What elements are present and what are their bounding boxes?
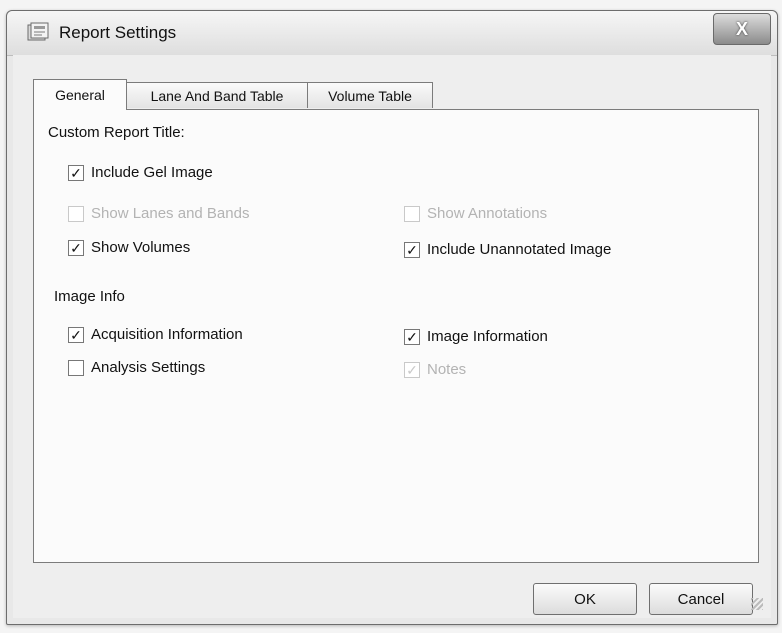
- include-unannotated-check-icon: ✓: [404, 241, 420, 258]
- custom-report-title-label: Custom Report Title:: [48, 124, 185, 141]
- close-icon: X: [735, 18, 748, 39]
- image-info-heading: Image Info: [54, 288, 125, 305]
- include-gel-image-label: Include Gel Image: [91, 164, 213, 181]
- ok-button[interactable]: OK: [533, 583, 637, 615]
- include-unannotated-label: Include Unannotated Image: [427, 241, 612, 258]
- dialog-title: Report Settings: [59, 23, 177, 42]
- show-annotations-checkbox[interactable]: Show Annotations: [404, 205, 547, 222]
- analysis-settings-checkbox[interactable]: Analysis Settings: [68, 359, 205, 376]
- notes-checkbox[interactable]: ✓ Notes: [404, 361, 466, 378]
- image-information-check-icon: ✓: [404, 328, 420, 345]
- acquisition-check-icon: ✓: [68, 326, 84, 343]
- show-annotations-label: Show Annotations: [427, 205, 548, 222]
- analysis-settings-label: Analysis Settings: [91, 359, 206, 376]
- resize-grip[interactable]: [751, 598, 763, 610]
- acquisition-information-checkbox[interactable]: ✓ Acquisition Information: [68, 326, 243, 343]
- include-unannotated-image-checkbox[interactable]: ✓ Include Unannotated Image: [404, 241, 611, 258]
- acquisition-information-label: Acquisition Information: [91, 326, 243, 343]
- notes-check-icon: ✓: [404, 361, 420, 378]
- show-lanes-bands-box: [68, 205, 84, 222]
- show-annotations-box: [404, 205, 420, 222]
- report-app-icon: [27, 22, 49, 41]
- title-bar: Report Settings X: [7, 11, 777, 56]
- cancel-button[interactable]: Cancel: [649, 583, 753, 615]
- general-tab-panel: Custom Report Title: ✓ Include Gel Image…: [33, 109, 759, 563]
- show-volumes-check-icon: ✓: [68, 239, 84, 256]
- image-information-label: Image Information: [427, 328, 548, 345]
- notes-label: Notes: [427, 361, 467, 378]
- image-information-checkbox[interactable]: ✓ Image Information: [404, 328, 548, 345]
- include-gel-image-check-icon: ✓: [68, 164, 84, 181]
- show-volumes-label: Show Volumes: [91, 239, 191, 256]
- tab-lane-and-band-table[interactable]: Lane And Band Table: [126, 82, 308, 108]
- include-gel-image-checkbox[interactable]: ✓ Include Gel Image: [68, 164, 213, 181]
- dialog-client-area: General Lane And Band Table Volume Table…: [13, 55, 771, 618]
- show-lanes-bands-checkbox[interactable]: Show Lanes and Bands: [68, 205, 249, 222]
- tab-general[interactable]: General: [33, 79, 127, 110]
- close-button[interactable]: X: [713, 13, 771, 45]
- analysis-settings-box: [68, 359, 84, 376]
- show-lanes-bands-label: Show Lanes and Bands: [91, 205, 250, 222]
- report-settings-dialog: Report Settings X General Lane And Band …: [6, 10, 778, 625]
- tab-volume-table[interactable]: Volume Table: [307, 82, 433, 108]
- show-volumes-checkbox[interactable]: ✓ Show Volumes: [68, 239, 190, 256]
